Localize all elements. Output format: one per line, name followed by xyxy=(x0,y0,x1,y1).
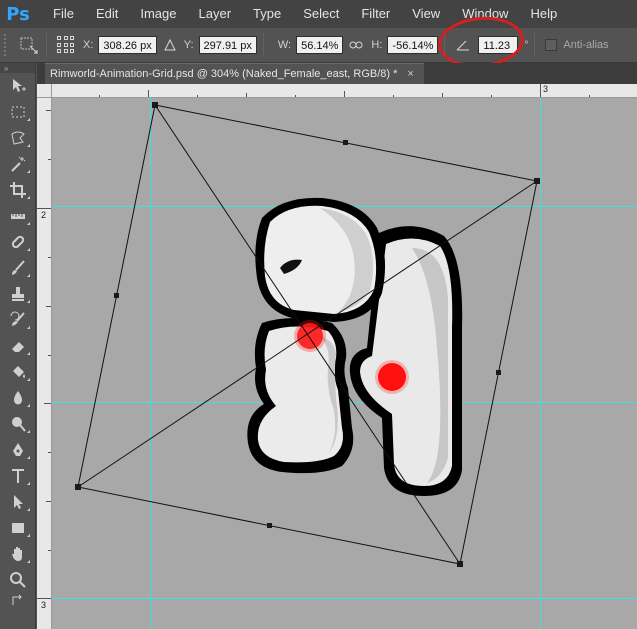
menu-type[interactable]: Type xyxy=(242,0,292,28)
antialias-label: Anti-alias xyxy=(563,39,609,51)
document-tab-title: Rimworld-Animation-Grid.psd @ 304% (Nake… xyxy=(50,68,398,80)
reference-point-icon[interactable] xyxy=(57,36,75,54)
ruler-origin[interactable] xyxy=(37,84,52,98)
vertical-ruler[interactable]: 2 3 xyxy=(37,98,52,629)
photoshop-logo-icon: Ps xyxy=(6,3,30,25)
collapse-icon[interactable]: » xyxy=(0,63,35,73)
document-tab[interactable]: Rimworld-Animation-Grid.psd @ 304% (Nake… xyxy=(45,63,424,84)
ruler-label-3: 3 xyxy=(41,600,47,610)
degree-unit: ° xyxy=(524,39,529,51)
document-canvas[interactable] xyxy=(52,98,637,629)
menu-view[interactable]: View xyxy=(401,0,451,28)
menu-file[interactable]: File xyxy=(42,0,85,28)
magic-wand-tool-icon[interactable] xyxy=(0,151,36,177)
move-tool-icon[interactable] xyxy=(0,73,36,99)
delta-icon[interactable] xyxy=(163,39,176,51)
pen-tool-icon[interactable] xyxy=(0,437,36,463)
h-label: H: xyxy=(371,39,383,51)
character-sprite xyxy=(247,197,463,496)
type-tool-icon[interactable] xyxy=(0,463,36,489)
history-brush-tool-icon[interactable] xyxy=(0,307,36,333)
brush-tool-icon[interactable] xyxy=(0,255,36,281)
link-icon[interactable] xyxy=(349,40,363,50)
menu-help[interactable]: Help xyxy=(519,0,568,28)
menu-bar: Ps File Edit Image Layer Type Select Fil… xyxy=(0,0,637,28)
dodge-tool-icon[interactable] xyxy=(0,411,36,437)
width-field[interactable]: 56.14% xyxy=(296,36,344,54)
clone-stamp-tool-icon[interactable] xyxy=(0,281,36,307)
path-selection-tool-icon[interactable] xyxy=(0,489,36,515)
blur-tool-icon[interactable] xyxy=(0,385,36,411)
ruler-tool-icon[interactable] xyxy=(0,203,36,229)
height-field[interactable]: -56.14% xyxy=(387,36,439,54)
marquee-tool-icon[interactable] xyxy=(0,99,36,125)
x-label: X: xyxy=(83,39,94,51)
transform-tool-icon[interactable] xyxy=(18,34,40,56)
ruler-label-3: 3 xyxy=(543,84,549,94)
paint-bucket-tool-icon[interactable] xyxy=(0,359,36,385)
crop-tool-icon[interactable] xyxy=(0,177,36,203)
menu-image[interactable]: Image xyxy=(129,0,187,28)
menu-select[interactable]: Select xyxy=(292,0,350,28)
lasso-tool-icon[interactable] xyxy=(0,125,36,151)
close-icon[interactable]: × xyxy=(407,68,413,80)
separator xyxy=(534,33,536,57)
antialias-checkbox[interactable] xyxy=(545,39,558,51)
menu-filter[interactable]: Filter xyxy=(350,0,401,28)
hand-tool-icon[interactable] xyxy=(0,541,36,567)
zoom-tool-icon[interactable] xyxy=(0,567,36,593)
ruler-label-2: 2 xyxy=(41,210,47,220)
healing-brush-tool-icon[interactable] xyxy=(0,229,36,255)
separator xyxy=(262,33,264,57)
swap-colors-icon[interactable] xyxy=(0,593,36,607)
w-label: W: xyxy=(277,39,292,51)
y-label: Y: xyxy=(183,39,194,51)
x-field[interactable]: 308.26 px xyxy=(98,36,157,54)
horizontal-ruler[interactable]: 3 xyxy=(37,84,637,98)
document-tab-bar: Rimworld-Animation-Grid.psd @ 304% (Nake… xyxy=(37,63,637,84)
y-field[interactable]: 297.91 px xyxy=(198,36,257,54)
separator xyxy=(46,33,47,57)
transform-bounding-box[interactable] xyxy=(77,104,538,565)
rectangle-tool-icon[interactable] xyxy=(0,515,36,541)
tools-panel: » xyxy=(0,63,36,629)
eraser-tool-icon[interactable] xyxy=(0,333,36,359)
options-grip[interactable] xyxy=(4,34,10,56)
menu-edit[interactable]: Edit xyxy=(85,0,129,28)
menu-layer[interactable]: Layer xyxy=(188,0,243,28)
options-bar: X: 308.26 px Y: 297.91 px W: 56.14% H: -… xyxy=(0,28,637,63)
